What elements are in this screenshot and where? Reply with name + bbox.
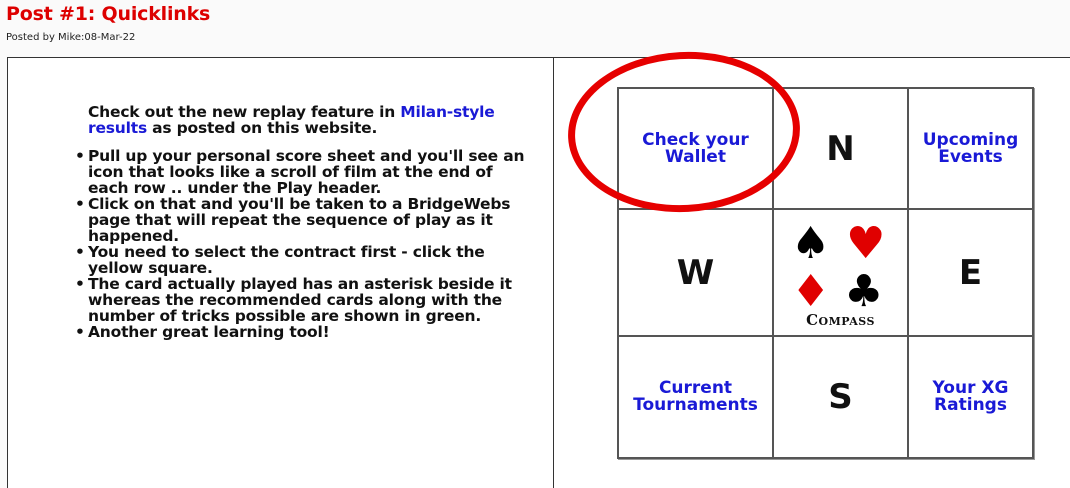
north-label: N	[774, 89, 909, 210]
diamond-icon: ♦	[791, 266, 831, 317]
south-label: S	[774, 337, 909, 457]
compass-wordmark: Compass	[806, 311, 875, 329]
compass-logo: ♠ ♥ ♦ ♣ Compass	[774, 210, 909, 337]
upcoming-events-link[interactable]: Upcoming Events	[909, 89, 1032, 210]
check-wallet-link[interactable]: Check your Wallet	[619, 89, 774, 210]
list-item: You need to select the contract first - …	[75, 244, 533, 276]
east-label: E	[909, 210, 1032, 337]
club-icon: ♣	[844, 266, 884, 317]
list-item: Another great learning tool!	[75, 324, 533, 340]
spade-icon: ♠	[791, 218, 831, 269]
xg-ratings-link[interactable]: Your XG Ratings	[909, 337, 1032, 457]
current-tournaments-link[interactable]: Current Tournaments	[619, 337, 774, 457]
bullet-list: Pull up your personal score sheet and yo…	[75, 148, 533, 340]
post-meta: Posted by Mike:08-Mar-22	[6, 32, 136, 43]
heart-icon: ♥	[846, 218, 886, 269]
quicklinks-grid: Check your Wallet N Upcoming Events W ♠ …	[617, 87, 1034, 459]
post-title: Post #1: Quicklinks	[6, 3, 211, 25]
west-label: W	[619, 210, 774, 337]
article-text: Check out the new replay feature in Mila…	[75, 103, 533, 340]
list-item: Pull up your personal score sheet and yo…	[75, 148, 533, 196]
column-divider	[553, 57, 554, 488]
list-item: The card actually played has an asterisk…	[75, 276, 533, 324]
intro-paragraph: Check out the new replay feature in Mila…	[88, 103, 495, 137]
list-item: Click on that and you'll be taken to a B…	[75, 196, 533, 244]
